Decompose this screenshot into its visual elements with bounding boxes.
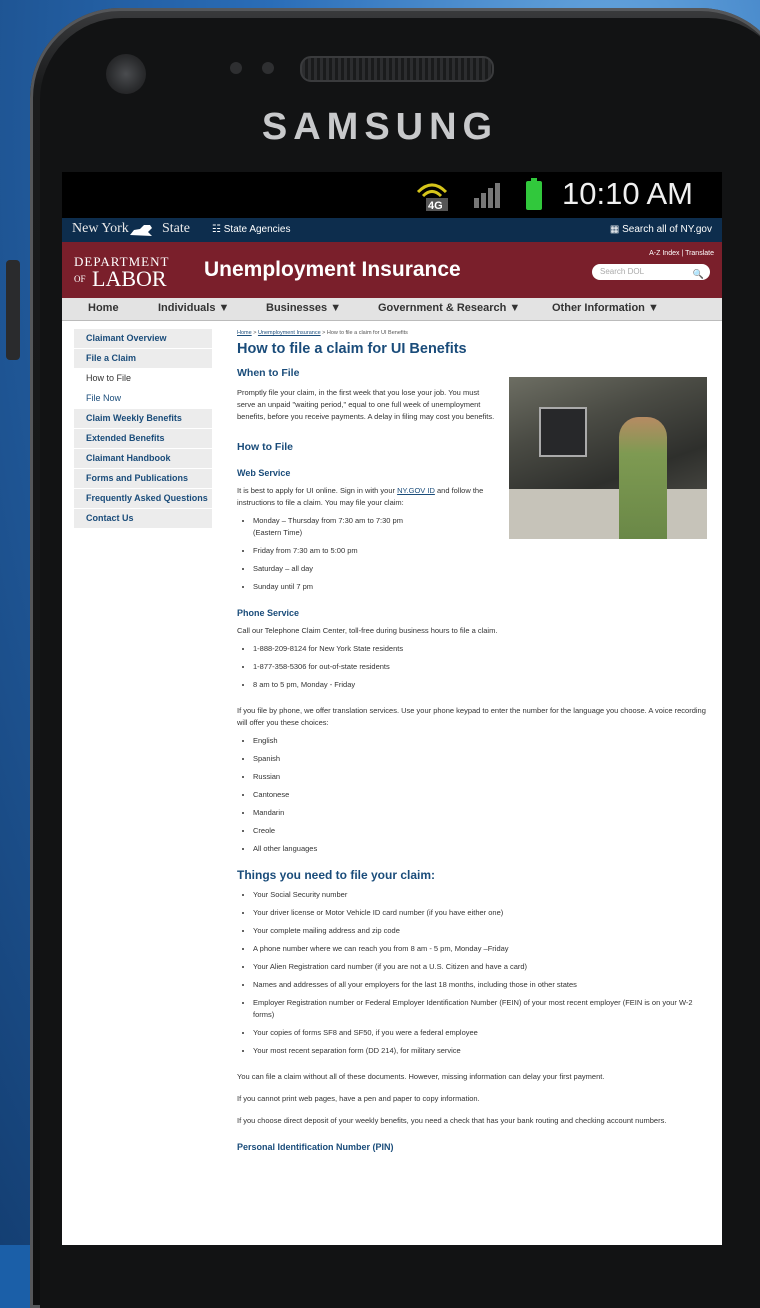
search-icon[interactable]: 🔍 — [693, 266, 704, 282]
light-sensor — [262, 62, 274, 74]
list-item: Mandarin — [253, 807, 712, 819]
list-item: Creole — [253, 825, 712, 837]
page-title: How to file a claim for UI Benefits — [237, 341, 467, 357]
list-item: Russian — [253, 771, 712, 783]
sidebar-item-forms-publications[interactable]: Forms and Publications — [74, 469, 212, 489]
state-agencies-link[interactable]: ☷ State Agencies — [212, 224, 290, 235]
search-placeholder: Search DOL — [600, 267, 645, 276]
languages-list: English Spanish Russian Cantonese Mandar… — [237, 735, 712, 855]
sidebar-item-faq[interactable]: Frequently Asked Questions — [74, 489, 212, 509]
dol-header: DEPARTMENT OF LABOR Unemployment Insuran… — [62, 242, 722, 298]
list-item: English — [253, 735, 712, 747]
signal-strength-icon — [474, 183, 500, 208]
how-to-file-heading: How to File — [237, 441, 293, 453]
list-item: 1-877-358-5306 for out-of-state resident… — [253, 661, 712, 673]
when-to-file-text: Promptly file your claim, in the first w… — [237, 388, 495, 421]
main-content: Home > Unemployment Insurance > How to f… — [237, 327, 712, 1159]
sidebar-item-extended-benefits[interactable]: Extended Benefits — [74, 429, 212, 449]
phone-list: 1-888-209-8124 for New York State reside… — [237, 643, 712, 691]
battery-icon — [526, 178, 542, 210]
pin-heading: Personal Identification Number (PIN) — [237, 1142, 394, 1152]
when-to-file-heading: When to File — [237, 367, 300, 379]
sidebar-item-claim-weekly-benefits[interactable]: Claim Weekly Benefits — [74, 409, 212, 429]
list-item: A phone number where we can reach you fr… — [253, 943, 712, 955]
list-item: Monday – Thursday from 7:30 am to 7:30 p… — [253, 515, 423, 539]
az-translate-links[interactable]: A-Z Index | Translate — [649, 250, 714, 257]
list-item: Sunday until 7 pm — [253, 581, 712, 593]
web-hours-list: Monday – Thursday from 7:30 am to 7:30 p… — [237, 515, 712, 593]
web-service-text: It is best to apply for UI online. Sign … — [237, 485, 499, 509]
sidebar-item-claimant-handbook[interactable]: Claimant Handbook — [74, 449, 212, 469]
note-missing-documents: You can file a claim without all of thes… — [237, 1072, 605, 1081]
list-item: Your complete mailing address and zip co… — [253, 925, 712, 937]
list-item: Friday from 7:30 am to 5:00 pm — [253, 545, 712, 557]
4g-signal-icon: 4G — [416, 183, 448, 212]
front-camera — [106, 54, 146, 94]
list-item: Your Social Security number — [253, 889, 712, 901]
nav-government-research[interactable]: Government & Research ▼ — [378, 302, 520, 314]
browser-screen: New York State ☷ State Agencies ▦ Search… — [62, 218, 722, 1245]
note-direct-deposit: If you choose direct deposit of your wee… — [237, 1116, 667, 1125]
sidebar-item-how-to-file[interactable]: How to File — [74, 369, 212, 389]
breadcrumb-current: How to file a claim for UI Benefits — [326, 330, 408, 336]
note-print-pages: If you cannot print web pages, have a pe… — [237, 1094, 480, 1103]
nav-home[interactable]: Home — [88, 302, 119, 314]
nys-map-icon — [130, 225, 152, 236]
proximity-sensor — [230, 62, 242, 74]
list-item: Spanish — [253, 753, 712, 765]
web-service-heading: Web Service — [237, 468, 291, 478]
site-title[interactable]: Unemployment Insurance — [204, 258, 461, 282]
sidebar-item-contact-us[interactable]: Contact Us — [74, 509, 212, 529]
status-time: 10:10 AM — [562, 176, 693, 211]
breadcrumb-home[interactable]: Home — [237, 330, 252, 336]
nav-individuals[interactable]: Individuals ▼ — [158, 302, 229, 314]
list-item: Your most recent separation form (DD 214… — [253, 1045, 712, 1057]
list-item: Names and addresses of all your employer… — [253, 979, 712, 991]
phone-service-text: Call our Telephone Claim Center, toll-fr… — [237, 626, 498, 635]
list-item: Your driver license or Motor Vehicle ID … — [253, 907, 712, 919]
dol-logo-labor[interactable]: LABOR — [92, 266, 167, 292]
things-needed-list: Your Social Security number Your driver … — [237, 889, 712, 1057]
list-item: Cantonese — [253, 789, 712, 801]
things-needed-heading: Things you need to file your claim: — [237, 868, 436, 882]
web-text-part1: It is best to apply for UI online. Sign … — [237, 486, 395, 495]
nav-other-information[interactable]: Other Information ▼ — [552, 302, 659, 314]
list-item: 1-888-209-8124 for New York State reside… — [253, 643, 712, 655]
nys-logo-state[interactable]: State — [162, 221, 190, 237]
nys-logo-text[interactable]: New York — [72, 221, 129, 237]
list-item: Your copies of forms SF8 and SF50, if yo… — [253, 1027, 712, 1039]
nav-businesses[interactable]: Businesses ▼ — [266, 302, 341, 314]
translation-text: If you file by phone, we offer translati… — [237, 706, 706, 727]
breadcrumb: Home > Unemployment Insurance > How to f… — [237, 330, 408, 336]
nys-global-bar: New York State ☷ State Agencies ▦ Search… — [62, 218, 722, 242]
ny-gov-id-link[interactable]: NY.GOV ID — [397, 486, 435, 495]
list-item: Saturday – all day — [253, 563, 712, 575]
volume-button — [6, 260, 20, 360]
svg-text:4G: 4G — [428, 200, 443, 212]
list-item: Employer Registration number or Federal … — [253, 997, 712, 1021]
dol-search-input[interactable]: Search DOL 🔍 — [592, 264, 710, 280]
main-nav: Home Individuals ▼ Businesses ▼ Governme… — [62, 298, 722, 321]
list-item: Your Alien Registration card number (if … — [253, 961, 712, 973]
brand-logo: SAMSUNG — [261, 106, 499, 148]
phone-service-heading: Phone Service — [237, 608, 300, 618]
status-bar: 4G 10:10 AM — [62, 172, 722, 218]
sidebar-item-file-now[interactable]: File Now — [74, 389, 212, 409]
earpiece-speaker — [300, 56, 494, 82]
breadcrumb-ui[interactable]: Unemployment Insurance — [258, 330, 321, 336]
search-ny-gov-link[interactable]: ▦ Search all of NY.gov — [610, 224, 712, 235]
dol-logo-of: OF — [74, 274, 86, 284]
list-item: 8 am to 5 pm, Monday - Friday — [253, 679, 712, 691]
sidebar-nav: Claimant Overview File a Claim How to Fi… — [74, 329, 212, 529]
list-item: All other languages — [253, 843, 712, 855]
sidebar-item-file-a-claim[interactable]: File a Claim — [74, 349, 212, 369]
sidebar-item-claimant-overview[interactable]: Claimant Overview — [74, 329, 212, 349]
